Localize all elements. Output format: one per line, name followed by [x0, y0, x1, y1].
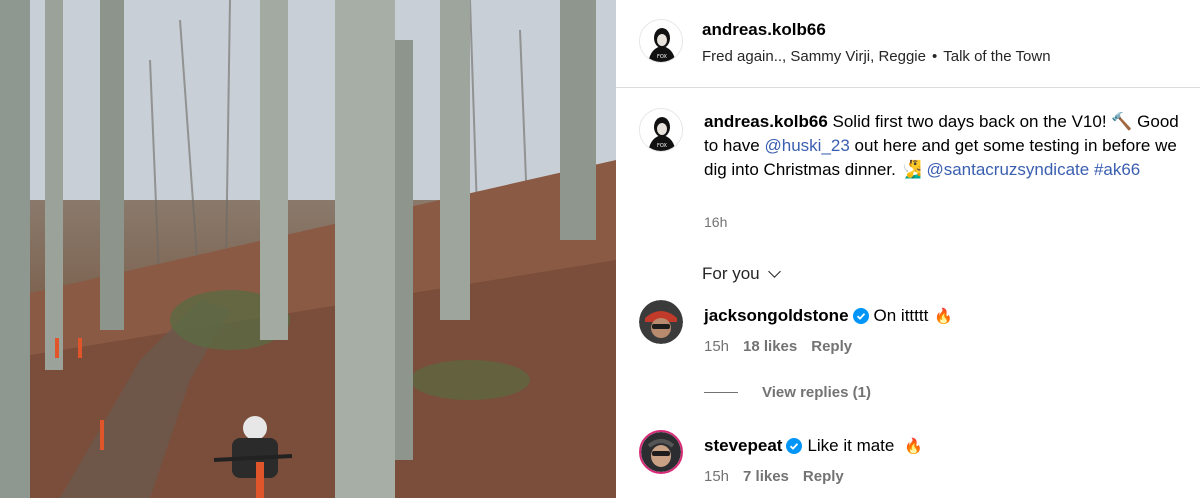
author-avatar[interactable]: FOX: [639, 19, 683, 63]
comment-meta: 15h 7 likes Reply: [704, 468, 844, 485]
post-panel: FOX andreas.kolb66 Fred again.., Sammy V…: [616, 0, 1200, 498]
fire-emoji: 🔥: [934, 308, 954, 325]
comment-text: On ittttt: [873, 306, 929, 325]
hashtag-link[interactable]: #ak66: [1089, 160, 1140, 179]
reply-button[interactable]: Reply: [811, 338, 852, 355]
post-header: FOX andreas.kolb66 Fred again.., Sammy V…: [616, 0, 1200, 88]
verified-badge-icon: [852, 308, 869, 324]
audio-track[interactable]: Fred again.., Sammy Virji, Reggie • Talk o…: [702, 48, 1051, 65]
comment-sort-dropdown[interactable]: For you: [702, 264, 781, 284]
audio-artists: Fred again.., Sammy Virji, Reggie: [702, 48, 926, 65]
comment-likes[interactable]: 7 likes: [743, 468, 789, 485]
comment-meta: 15h 18 likes Reply: [704, 338, 852, 355]
caption-username[interactable]: andreas.kolb66: [704, 112, 828, 131]
comment-time[interactable]: 15h: [704, 338, 729, 355]
fire-emoji: 🔥: [904, 438, 924, 455]
commenter-avatar[interactable]: [639, 300, 683, 344]
chevron-down-icon: [767, 265, 781, 278]
audio-title: Talk of the Town: [943, 48, 1051, 65]
comment-likes[interactable]: 18 likes: [743, 338, 797, 355]
view-replies-label: View replies (1): [762, 384, 871, 401]
post-video[interactable]: [0, 0, 616, 498]
author-username[interactable]: andreas.kolb66: [702, 20, 826, 40]
mention-link[interactable]: @huski_23: [765, 136, 850, 155]
sort-label: For you: [702, 264, 760, 283]
replies-divider: [704, 392, 738, 393]
audio-separator: •: [931, 48, 938, 65]
caption-avatar[interactable]: FOX: [639, 108, 683, 152]
mention-link[interactable]: @santacruzsyndicate: [926, 160, 1089, 179]
commenter-avatar[interactable]: [639, 430, 683, 474]
svg-text:FOX: FOX: [657, 54, 667, 60]
svg-text:FOX: FOX: [657, 143, 667, 149]
view-replies-button[interactable]: View replies (1): [704, 384, 871, 401]
comment-time[interactable]: 15h: [704, 468, 729, 485]
caption-text: andreas.kolb66 Solid first two days back…: [704, 110, 1184, 182]
verified-badge-icon: [786, 438, 803, 454]
comment-line: stevepeat Like it mate 🔥: [704, 436, 923, 456]
comment-line: jacksongoldstone On ittttt 🔥: [704, 306, 953, 326]
comment-text: Like it mate: [807, 436, 895, 455]
caption-timestamp[interactable]: 16h: [704, 214, 727, 230]
reply-button[interactable]: Reply: [803, 468, 844, 485]
commenter-username[interactable]: stevepeat: [704, 436, 782, 456]
forest-scene: [0, 0, 616, 498]
caption-part1: Solid first two days back on the V10! 🔨: [827, 112, 1133, 131]
commenter-username[interactable]: jacksongoldstone: [704, 306, 849, 326]
